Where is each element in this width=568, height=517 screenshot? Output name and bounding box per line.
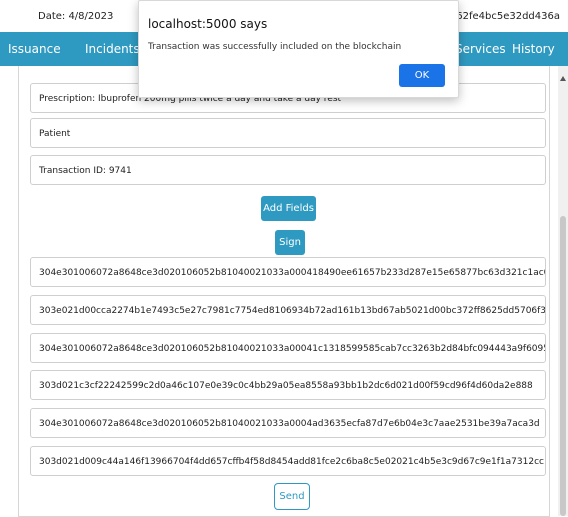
nav-item-issuance[interactable]: Issuance xyxy=(8,42,61,56)
signature-field-3[interactable]: 304e301006072a8648ce3d020106052b81040021… xyxy=(30,333,546,363)
hash-label: e962fe4bc5e32dd436a xyxy=(443,11,560,22)
add-fields-button[interactable]: Add Fields xyxy=(261,196,316,221)
transaction-id-field[interactable]: Transaction ID: 9741 xyxy=(30,155,546,185)
scroll-up-icon[interactable] xyxy=(560,76,566,81)
nav-item-incidents[interactable]: Incidents xyxy=(85,42,140,56)
ok-button[interactable]: OK xyxy=(399,64,445,87)
signature-field-2[interactable]: 303e021d00cca2274b1e7493c5e27c7981c7754e… xyxy=(30,295,546,325)
scrollbar[interactable] xyxy=(558,66,568,516)
date-label: Date: 4/8/2023 xyxy=(38,11,114,22)
nav-item-history[interactable]: History xyxy=(512,42,555,56)
signature-field-1[interactable]: 304e301006072a8648ce3d020106052b81040021… xyxy=(30,257,546,287)
signature-field-4[interactable]: 303d021c3cf22242599c2d0a46c107e0e39c0c4b… xyxy=(30,370,546,400)
dialog-message: Transaction was successfully included on… xyxy=(148,42,402,52)
sign-button[interactable]: Sign xyxy=(275,230,305,255)
nav-item-services[interactable]: Services xyxy=(455,42,506,56)
signature-field-5[interactable]: 304e301006072a8648ce3d020106052b81040021… xyxy=(30,408,546,438)
signature-field-6[interactable]: 303d021d009c44a146f13966704f4dd657cffb4f… xyxy=(30,446,546,476)
dialog-title: localhost:5000 says xyxy=(148,17,268,31)
alert-dialog: localhost:5000 says Transaction was succ… xyxy=(138,0,459,98)
send-button[interactable]: Send xyxy=(274,483,310,510)
scroll-thumb[interactable] xyxy=(560,216,566,516)
patient-field[interactable]: Patient xyxy=(30,118,546,148)
